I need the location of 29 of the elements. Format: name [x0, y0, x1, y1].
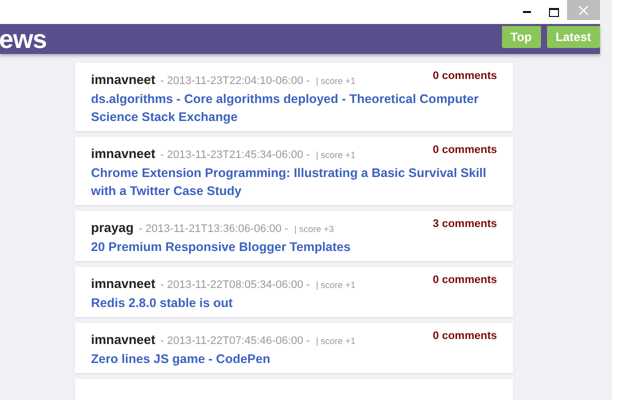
comments-link[interactable]: 0 comments	[432, 144, 497, 156]
author-name[interactable]: imnavneet	[91, 276, 156, 291]
maximize-icon	[548, 8, 558, 16]
author-name[interactable]: prayag	[91, 220, 134, 235]
post-timestamp: - 2013-11-23T22:04:10-06:00 -	[160, 75, 310, 87]
close-icon	[579, 6, 588, 14]
comments-link[interactable]: 0 comments	[432, 274, 497, 286]
comments-link[interactable]: 0 comments	[432, 330, 497, 342]
post-title-link[interactable]: ds.algorithms - Core algorithms deployed - Theoretical Computer Science Stack Exchange	[91, 90, 497, 126]
site-title: ews	[0, 24, 47, 54]
post-score: | score +1	[316, 76, 356, 86]
post-score: | score +1	[316, 150, 356, 160]
author-name[interactable]: imnavneet	[91, 146, 156, 161]
author-name[interactable]: imnavneet	[91, 332, 156, 347]
post-score: | score +1	[316, 280, 356, 290]
post-title-link[interactable]: Zero lines JS game - CodePen	[91, 350, 497, 368]
post-timestamp: - 2013-11-23T21:45:34-06:00 -	[160, 149, 310, 161]
post-title-link[interactable]: 20 Premium Responsive Blogger Templates	[91, 238, 497, 256]
minimize-icon	[522, 11, 530, 13]
post-score: | score +1	[316, 336, 356, 346]
post-score: | score +3	[294, 224, 334, 234]
post-timestamp: - 2013-11-21T13:36:06-06:00 -	[138, 223, 288, 235]
comments-link[interactable]: 3 comments	[432, 218, 497, 230]
post-timestamp: - 2013-11-22T08:05:34-06:00 -	[160, 279, 310, 291]
author-name[interactable]: imnavneet	[91, 72, 156, 87]
comments-link[interactable]: 0 comments	[432, 70, 497, 82]
post-title-link[interactable]: Redis 2.8.0 stable is out	[91, 294, 497, 312]
post-timestamp: - 2013-11-22T07:45:46-06:00 -	[160, 335, 310, 347]
post-title-link[interactable]: Chrome Extension Programming: Illustrating a Basic Survival Skill with a Twitter Case Study	[91, 164, 497, 200]
